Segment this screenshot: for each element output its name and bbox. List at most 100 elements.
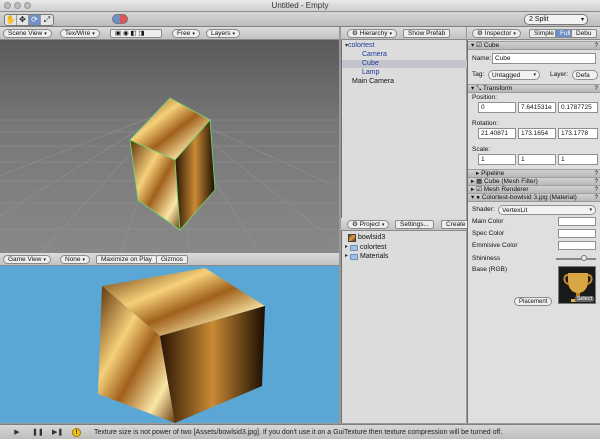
hierarchy-panel: ▾colortest Camera Cube Lamp Main Camera [341,40,467,218]
project-header: ⚙ Project ▾ Settings... Create [341,218,471,231]
shininess-slider-track[interactable] [556,258,596,260]
transform-tools: ✋ ✥ ⟳ ⤢ [4,14,54,26]
name-label: Name: [472,55,492,62]
rotation-z-field[interactable]: 173.1778 [558,128,598,139]
rotate-icon: ⟳ [31,15,38,24]
tag-label: Tag: [472,71,485,78]
disclosure-triangle-icon[interactable]: ▸ [345,252,348,261]
move-icon: ✥ [19,15,26,24]
warning-icon: ! [72,428,81,437]
play-icon[interactable]: ▶ [12,428,22,437]
hierarchy-item-colortest[interactable]: ▾colortest [345,42,374,50]
folder-icon [350,253,359,260]
tab-inspector[interactable]: ⚙ Inspector ▾ [472,29,521,38]
shininess-slider-knob[interactable] [581,255,587,261]
game-render [98,268,265,423]
maximize-on-play-toggle[interactable]: Maximize on Play [96,255,157,264]
minimize-window-icon[interactable] [14,2,21,9]
scene-toggle-icons[interactable]: ▣ ◉ ◧ ◨ [110,29,162,38]
hierarchy-item-main-camera[interactable]: Main Camera [352,78,394,86]
rotate-tool-button[interactable]: ⟳ [29,15,41,25]
zoom-window-icon[interactable] [24,2,31,9]
scale-tool-button[interactable]: ⤢ [41,15,53,25]
help-icon[interactable]: ? [594,42,598,49]
texture-icon [348,233,356,242]
hierarchy-item-lamp[interactable]: Lamp [362,69,380,77]
render-mode-select[interactable]: Tex/Wire ▾ [60,29,100,38]
position-x-field[interactable]: 0 [478,102,516,113]
disclosure-triangle-icon[interactable]: ▸ [345,243,348,252]
select-texture-button[interactable]: Select [574,296,594,302]
mode-debug-button[interactable]: Debu [571,29,597,38]
layout-select[interactable]: 2 Split ▾ [524,14,588,25]
status-message[interactable]: Texture size is not power of two [Assets… [94,428,502,437]
hierarchy-item-cube[interactable]: Cube [342,60,467,68]
pivot-toggle-icon[interactable] [112,14,128,24]
game-view-header: Game View ▾ None ▾ Maximize on Play Gizmos [0,253,339,266]
transform-header[interactable]: ▾ ⤡ Transform? [468,84,600,93]
window-title: Untitled - Empty [271,1,329,10]
shader-select[interactable]: VertexLit ▾ [498,205,596,215]
spec-color-swatch[interactable] [558,229,596,238]
layout-select-value: 2 Split [529,16,549,23]
rotation-y-field[interactable]: 173.1654 [518,128,556,139]
game-viewport[interactable] [0,266,339,423]
placement-button[interactable]: Placement [514,297,553,306]
scale-icon: ⤢ [43,15,51,24]
scene-grid-render [0,97,339,253]
hierarchy-item-camera[interactable]: Camera [362,51,387,59]
camera-mode-select[interactable]: Free ▾ [172,29,200,38]
help-icon[interactable]: ? [594,85,598,92]
emissive-color-swatch[interactable] [558,241,596,250]
layers-select[interactable]: Layers ▾ [206,29,241,38]
layer-select[interactable]: Defa [572,70,598,80]
inspector-header: ⚙ Inspector ▾ Simple Full Debu [467,27,600,40]
pause-icon[interactable]: ❚❚ [32,428,44,437]
scene-viewport[interactable] [0,40,339,253]
help-icon[interactable]: ? [594,194,598,201]
project-item-materials[interactable]: ▸ Materials [345,252,388,261]
settings-button[interactable]: Settings... [395,220,434,229]
main-color-swatch[interactable] [558,217,596,226]
project-item-bowlsid3[interactable]: bowlsid3 [348,233,385,242]
hand-icon: ✋ [5,15,16,24]
material-header[interactable]: ▾ ● Colortest-bowlsid 3.jpg (Material)? [468,193,600,202]
move-tool-button[interactable]: ✥ [17,15,29,25]
chevron-down-icon: ▾ [580,17,584,23]
scale-label: Scale: [472,146,491,153]
main-toolbar: ✋ ✥ ⟳ ⤢ 2 Split ▾ [0,12,600,27]
scale-y-field[interactable]: 1 [518,154,556,165]
tag-select[interactable]: Untagged ▾ [488,70,540,80]
hierarchy-header: ⚙ Hierarchy ▾ Show Prefab [341,27,466,40]
hand-tool-button[interactable]: ✋ [5,15,17,25]
tab-game-view[interactable]: Game View ▾ [3,255,51,264]
object-header-bar[interactable]: ▾ ☑ Cube? [468,41,600,50]
shininess-label: Shininess [472,255,501,262]
rotation-x-field[interactable]: 21.40871 [478,128,516,139]
position-y-field[interactable]: 7.641531e [518,102,556,113]
step-icon[interactable]: ▶❚ [52,428,63,437]
scene-view-header: Scene View ▾ Tex/Wire ▾ ▣ ◉ ◧ ◨ Free ▾ Laye… [0,27,339,40]
tab-project[interactable]: ⚙ Project ▾ [347,220,390,229]
rotation-label: Rotation: [472,120,499,127]
gizmos-toggle[interactable]: Gizmos [156,255,189,264]
scale-x-field[interactable]: 1 [478,154,516,165]
base-texture-thumbnail[interactable]: Select [558,266,596,304]
inspector-panel: ▾ ☑ Cube? Name: Cube Tag: Untagged ▾ Laye… [467,40,600,423]
scale-z-field[interactable]: 1 [558,154,598,165]
name-field[interactable]: Cube [492,53,596,64]
tab-hierarchy[interactable]: ⚙ Hierarchy ▾ [347,29,397,38]
project-item-colortest[interactable]: ▸ colortest [345,243,386,252]
base-rgb-label: Base (RGB) [472,266,508,273]
show-prefab-button[interactable]: Show Prefab [403,29,451,38]
aspect-select[interactable]: None ▾ [60,255,91,264]
position-label: Position: [472,94,497,101]
status-bar: ▶ ❚❚ ▶❚ ! Texture size is not power of t… [0,424,600,439]
tab-scene-view[interactable]: Scene View ▾ [3,29,52,38]
project-panel: bowlsid3 ▸ colortest ▸ Materials [341,231,466,423]
emissive-color-label: Emmisive Color [472,242,518,249]
position-z-field[interactable]: 0.1787725 [558,102,598,113]
close-window-icon[interactable] [4,2,11,9]
layer-label: Layer: [550,71,569,78]
main-color-label: Main Color [472,218,504,225]
